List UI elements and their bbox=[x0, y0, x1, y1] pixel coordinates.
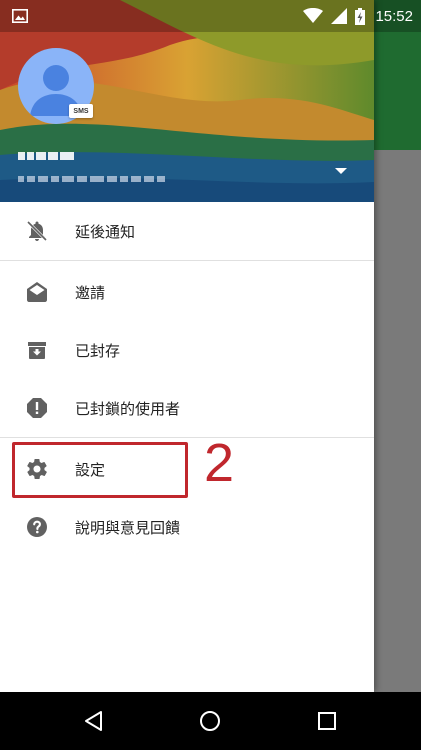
status-bar: 15:52 bbox=[0, 0, 421, 32]
menu-item-blocked-users[interactable]: 已封鎖的使用者 bbox=[0, 379, 374, 437]
menu-item-label: 邀請 bbox=[75, 283, 106, 302]
menu-item-invites[interactable]: 邀請 bbox=[0, 263, 374, 321]
menu-item-label: 已封存 bbox=[75, 341, 121, 360]
menu-item-archived[interactable]: 已封存 bbox=[0, 321, 374, 379]
system-nav-bar bbox=[0, 692, 421, 750]
annotation-step-number: 2 bbox=[204, 433, 235, 493]
background-app-scrim[interactable] bbox=[374, 0, 421, 692]
navigation-drawer: SMS 延後通知 邀請 已封存 已封鎖的使用者 設定 說明與意見回饋 2 bbox=[0, 0, 374, 692]
menu-item-label: 已封鎖的使用者 bbox=[75, 399, 181, 418]
account-dropdown-icon[interactable] bbox=[333, 163, 349, 179]
wifi-icon bbox=[303, 8, 324, 23]
recents-icon[interactable] bbox=[315, 709, 339, 733]
menu-divider bbox=[0, 260, 374, 261]
menu-item-snooze[interactable]: 延後通知 bbox=[0, 202, 374, 260]
sms-badge: SMS bbox=[69, 104, 93, 118]
menu-item-label: 說明與意見回饋 bbox=[75, 518, 181, 537]
account-name-redacted bbox=[18, 152, 74, 160]
home-icon[interactable] bbox=[198, 709, 222, 733]
snooze-bell-icon bbox=[26, 220, 48, 242]
blocked-icon bbox=[27, 398, 47, 418]
menu-item-help-feedback[interactable]: 說明與意見回饋 bbox=[0, 498, 374, 556]
clock: 15:52 bbox=[375, 7, 413, 25]
annotation-highlight-box bbox=[12, 442, 188, 498]
status-icons: 15:52 bbox=[303, 0, 413, 32]
archive-icon bbox=[28, 342, 46, 359]
account-email-redacted bbox=[18, 176, 165, 182]
signal-icon bbox=[331, 8, 348, 24]
back-icon[interactable] bbox=[82, 709, 106, 733]
open-mail-icon bbox=[27, 282, 47, 302]
image-icon bbox=[12, 9, 28, 23]
menu-item-label: 延後通知 bbox=[75, 222, 136, 241]
battery-charging-icon bbox=[355, 7, 366, 25]
help-icon bbox=[27, 517, 47, 537]
menu-divider bbox=[0, 437, 374, 438]
